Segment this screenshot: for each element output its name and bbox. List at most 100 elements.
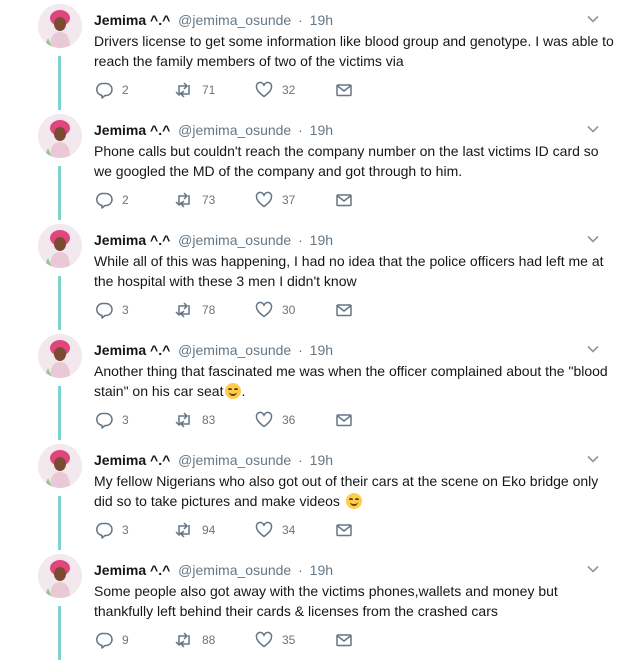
like-count: 35 [282,633,296,647]
like-count: 34 [282,523,296,537]
tweet-actions: 2 71 32 [94,80,364,100]
timestamp[interactable]: 19h [310,342,333,358]
direct-message-button[interactable] [334,190,354,210]
heart-icon [255,191,273,208]
chevron-down-icon[interactable] [586,232,600,246]
like-button[interactable]: 34 [254,520,295,540]
like-count: 36 [282,413,296,427]
chevron-down-icon[interactable] [586,562,600,576]
reply-count: 2 [122,193,129,207]
tweet-text: Phone calls but couldn't reach the compa… [94,143,599,179]
tweet-actions: 2 73 37 [94,190,364,210]
tweet-text: My fellow Nigerians who also got out of … [94,471,614,511]
chevron-down-icon[interactable] [586,452,600,466]
retweet-button[interactable]: 71 [174,80,215,100]
separator-dot: · [298,562,303,578]
tweet[interactable]: Jemima ^.^ @jemima_osunde · 19h My fello… [0,440,638,550]
reply-icon [96,632,113,649]
reply-count: 9 [122,633,129,647]
tweet-text: Drivers license to get some information … [94,33,614,69]
like-button[interactable]: 37 [254,190,295,210]
retweet-button[interactable]: 94 [174,520,215,540]
thread-connector-line [58,386,61,440]
reply-button[interactable]: 3 [94,520,129,540]
separator-dot: · [298,452,303,468]
like-button[interactable]: 32 [254,80,295,100]
chevron-down-icon[interactable] [586,122,600,136]
like-count: 37 [282,193,296,207]
tweet-actions: 3 83 36 [94,410,364,430]
tweet-header: Jemima ^.^ @jemima_osunde · 19h [94,450,333,470]
author-handle[interactable]: @jemima_osunde [178,342,291,358]
timestamp[interactable]: 19h [310,12,333,28]
heart-icon [255,81,273,98]
retweet-count: 73 [202,193,216,207]
author-handle[interactable]: @jemima_osunde [178,452,291,468]
reply-icon [96,522,113,539]
reply-count: 3 [122,303,129,317]
timestamp[interactable]: 19h [310,452,333,468]
reply-button[interactable]: 3 [94,300,129,320]
reply-button[interactable]: 2 [94,190,129,210]
tweet[interactable]: Jemima ^.^ @jemima_osunde · 19h Another … [0,330,638,440]
direct-message-button[interactable] [334,630,354,650]
avatar[interactable] [38,334,82,378]
retweet-button[interactable]: 78 [174,300,215,320]
thread-connector-line [58,166,61,220]
retweet-count: 94 [202,523,216,537]
author-handle[interactable]: @jemima_osunde [178,232,291,248]
reply-button[interactable]: 2 [94,80,129,100]
author-name[interactable]: Jemima ^.^ [94,122,170,138]
separator-dot: · [298,232,303,248]
author-name[interactable]: Jemima ^.^ [94,562,170,578]
tweet-header: Jemima ^.^ @jemima_osunde · 19h [94,560,333,580]
author-name[interactable]: Jemima ^.^ [94,342,170,358]
avatar[interactable] [38,114,82,158]
avatar[interactable] [38,444,82,488]
avatar[interactable] [38,554,82,598]
retweet-icon [175,192,190,208]
tweet[interactable]: Jemima ^.^ @jemima_osunde · 19h Drivers … [0,0,638,110]
separator-dot: · [298,122,303,138]
direct-message-button[interactable] [334,300,354,320]
retweet-button[interactable]: 83 [174,410,215,430]
reply-icon [96,412,113,429]
timestamp[interactable]: 19h [310,232,333,248]
retweet-icon [175,522,190,538]
like-button[interactable]: 35 [254,630,295,650]
author-name[interactable]: Jemima ^.^ [94,452,170,468]
direct-message-button[interactable] [334,80,354,100]
timestamp[interactable]: 19h [310,562,333,578]
retweet-button[interactable]: 73 [174,190,215,210]
tweet[interactable]: Jemima ^.^ @jemima_osunde · 19h Phone ca… [0,110,638,220]
author-name[interactable]: Jemima ^.^ [94,232,170,248]
thread-connector-line [58,606,61,660]
author-handle[interactable]: @jemima_osunde [178,12,291,28]
avatar[interactable] [38,4,82,48]
chevron-down-icon[interactable] [586,342,600,356]
envelope-icon [336,524,352,537]
reply-button[interactable]: 9 [94,630,129,650]
thread-connector-line [58,496,61,550]
retweet-icon [175,412,190,428]
like-button[interactable]: 36 [254,410,295,430]
direct-message-button[interactable] [334,520,354,540]
author-name[interactable]: Jemima ^.^ [94,12,170,28]
tweet-text: Another thing that fascinated me was whe… [94,361,614,401]
tweet[interactable]: Jemima ^.^ @jemima_osunde · 19h While al… [0,220,638,330]
like-button[interactable]: 30 [254,300,295,320]
timestamp[interactable]: 19h [310,122,333,138]
chevron-down-icon[interactable] [586,12,600,26]
tweet[interactable]: Jemima ^.^ @jemima_osunde · 19h Some peo… [0,550,638,660]
retweet-button[interactable]: 88 [174,630,215,650]
author-handle[interactable]: @jemima_osunde [178,122,291,138]
envelope-icon [336,194,352,207]
reply-button[interactable]: 3 [94,410,129,430]
tweet-text-tail: . [241,383,246,399]
smiling-face-emoji [345,493,362,509]
direct-message-button[interactable] [334,410,354,430]
tweet-actions: 3 78 30 [94,300,364,320]
avatar[interactable] [38,224,82,268]
author-handle[interactable]: @jemima_osunde [178,562,291,578]
thread-connector-line [58,276,61,330]
